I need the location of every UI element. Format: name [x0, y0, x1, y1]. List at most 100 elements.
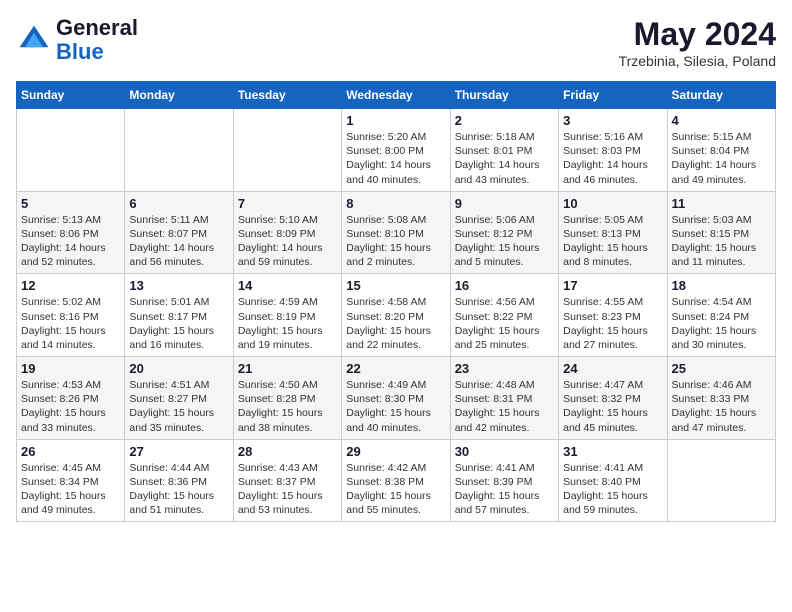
calendar-cell: 10Sunrise: 5:05 AM Sunset: 8:13 PM Dayli…	[559, 191, 667, 274]
calendar-cell: 13 Sunrise: 5:01 AM Sunset: 8:17 PM Dayli…	[125, 274, 233, 357]
day-info: Sunrise: 4:56 AM Sunset: 8:22 PM Dayligh…	[455, 295, 554, 352]
calendar-cell: 28 Sunrise: 4:43 AM Sunset: 8:37 PM Dayli…	[233, 439, 341, 522]
day-info: Sunrise: 5:05 AM Sunset: 8:13 PM Dayligh…	[563, 213, 662, 270]
day-number: 25	[672, 361, 771, 376]
calendar-cell: 3 Sunrise: 5:16 AM Sunset: 8:03 PM Daylig…	[559, 109, 667, 192]
weekday-header-thursday: Thursday	[450, 82, 558, 109]
day-info: Sunrise: 4:42 AM Sunset: 8:38 PM Dayligh…	[346, 461, 445, 518]
calendar-cell: 27 Sunrise: 4:44 AM Sunset: 8:36 PM Dayli…	[125, 439, 233, 522]
calendar-cell: 26 Sunrise: 4:45 AM Sunset: 8:34 PM Dayli…	[17, 439, 125, 522]
day-number: 1	[346, 113, 445, 128]
weekday-header-row: SundayMondayTuesdayWednesdayThursdayFrid…	[17, 82, 776, 109]
day-info: Sunrise: 4:43 AM Sunset: 8:37 PM Dayligh…	[238, 461, 337, 518]
day-number: 29	[346, 444, 445, 459]
calendar-cell: 1 Sunrise: 5:20 AM Sunset: 8:00 PM Daylig…	[342, 109, 450, 192]
day-info: Sunrise: 4:44 AM Sunset: 8:36 PM Dayligh…	[129, 461, 228, 518]
logo-text: General Blue	[56, 16, 138, 64]
day-info: Sunrise: 5:03 AM Sunset: 8:15 PM Dayligh…	[672, 213, 771, 270]
day-number: 20	[129, 361, 228, 376]
calendar-cell: 19Sunrise: 4:53 AM Sunset: 8:26 PM Dayli…	[17, 357, 125, 440]
day-number: 3	[563, 113, 662, 128]
calendar-cell	[17, 109, 125, 192]
calendar-cell: 20 Sunrise: 4:51 AM Sunset: 8:27 PM Dayli…	[125, 357, 233, 440]
day-number: 30	[455, 444, 554, 459]
day-info: Sunrise: 5:18 AM Sunset: 8:01 PM Dayligh…	[455, 130, 554, 187]
calendar-table: SundayMondayTuesdayWednesdayThursdayFrid…	[16, 81, 776, 522]
calendar-cell: 29 Sunrise: 4:42 AM Sunset: 8:38 PM Dayli…	[342, 439, 450, 522]
calendar-cell: 21Sunrise: 4:50 AM Sunset: 8:28 PM Dayli…	[233, 357, 341, 440]
calendar-cell: 9 Sunrise: 5:06 AM Sunset: 8:12 PM Daylig…	[450, 191, 558, 274]
calendar-cell: 24 Sunrise: 4:47 AM Sunset: 8:32 PM Dayli…	[559, 357, 667, 440]
day-number: 11	[672, 196, 771, 211]
calendar-cell: 15Sunrise: 4:58 AM Sunset: 8:20 PM Dayli…	[342, 274, 450, 357]
weekday-header-friday: Friday	[559, 82, 667, 109]
weekday-header-tuesday: Tuesday	[233, 82, 341, 109]
day-number: 19	[21, 361, 120, 376]
day-info: Sunrise: 4:45 AM Sunset: 8:34 PM Dayligh…	[21, 461, 120, 518]
calendar-cell: 17 Sunrise: 4:55 AM Sunset: 8:23 PM Dayli…	[559, 274, 667, 357]
day-number: 23	[455, 361, 554, 376]
location: Trzebinia, Silesia, Poland	[619, 53, 776, 69]
calendar-cell: 18 Sunrise: 4:54 AM Sunset: 8:24 PM Dayli…	[667, 274, 775, 357]
day-number: 4	[672, 113, 771, 128]
logo-icon	[16, 22, 52, 58]
calendar-cell	[667, 439, 775, 522]
day-info: Sunrise: 5:16 AM Sunset: 8:03 PM Dayligh…	[563, 130, 662, 187]
day-info: Sunrise: 5:11 AM Sunset: 8:07 PM Dayligh…	[129, 213, 228, 270]
day-number: 6	[129, 196, 228, 211]
day-number: 24	[563, 361, 662, 376]
calendar-week-5: 26 Sunrise: 4:45 AM Sunset: 8:34 PM Dayli…	[17, 439, 776, 522]
day-info: Sunrise: 4:55 AM Sunset: 8:23 PM Dayligh…	[563, 295, 662, 352]
calendar-cell: 5 Sunrise: 5:13 AM Sunset: 8:06 PM Daylig…	[17, 191, 125, 274]
day-info: Sunrise: 4:46 AM Sunset: 8:33 PM Dayligh…	[672, 378, 771, 435]
calendar-week-2: 5 Sunrise: 5:13 AM Sunset: 8:06 PM Daylig…	[17, 191, 776, 274]
day-number: 8	[346, 196, 445, 211]
day-info: Sunrise: 4:41 AM Sunset: 8:39 PM Dayligh…	[455, 461, 554, 518]
calendar-cell: 22 Sunrise: 4:49 AM Sunset: 8:30 PM Dayli…	[342, 357, 450, 440]
day-info: Sunrise: 4:48 AM Sunset: 8:31 PM Dayligh…	[455, 378, 554, 435]
day-number: 9	[455, 196, 554, 211]
calendar-cell: 30 Sunrise: 4:41 AM Sunset: 8:39 PM Dayli…	[450, 439, 558, 522]
day-number: 22	[346, 361, 445, 376]
day-number: 17	[563, 278, 662, 293]
day-number: 28	[238, 444, 337, 459]
day-number: 5	[21, 196, 120, 211]
day-number: 27	[129, 444, 228, 459]
calendar-cell: 11 Sunrise: 5:03 AM Sunset: 8:15 PM Dayli…	[667, 191, 775, 274]
day-info: Sunrise: 5:02 AM Sunset: 8:16 PM Dayligh…	[21, 295, 120, 352]
day-info: Sunrise: 5:01 AM Sunset: 8:17 PM Dayligh…	[129, 295, 228, 352]
day-info: Sunrise: 5:13 AM Sunset: 8:06 PM Dayligh…	[21, 213, 120, 270]
day-number: 26	[21, 444, 120, 459]
day-info: Sunrise: 5:08 AM Sunset: 8:10 PM Dayligh…	[346, 213, 445, 270]
day-number: 15	[346, 278, 445, 293]
calendar-cell: 23 Sunrise: 4:48 AM Sunset: 8:31 PM Dayli…	[450, 357, 558, 440]
weekday-header-sunday: Sunday	[17, 82, 125, 109]
calendar-week-3: 12Sunrise: 5:02 AM Sunset: 8:16 PM Dayli…	[17, 274, 776, 357]
logo: General Blue	[16, 16, 138, 64]
title-block: May 2024 Trzebinia, Silesia, Poland	[619, 16, 776, 69]
day-info: Sunrise: 4:51 AM Sunset: 8:27 PM Dayligh…	[129, 378, 228, 435]
calendar-cell: 7Sunrise: 5:10 AM Sunset: 8:09 PM Daylig…	[233, 191, 341, 274]
weekday-header-saturday: Saturday	[667, 82, 775, 109]
day-info: Sunrise: 4:47 AM Sunset: 8:32 PM Dayligh…	[563, 378, 662, 435]
day-number: 7	[238, 196, 337, 211]
day-number: 13	[129, 278, 228, 293]
weekday-header-wednesday: Wednesday	[342, 82, 450, 109]
weekday-header-monday: Monday	[125, 82, 233, 109]
day-number: 18	[672, 278, 771, 293]
day-number: 21	[238, 361, 337, 376]
day-info: Sunrise: 5:15 AM Sunset: 8:04 PM Dayligh…	[672, 130, 771, 187]
calendar-cell: 6 Sunrise: 5:11 AM Sunset: 8:07 PM Daylig…	[125, 191, 233, 274]
day-info: Sunrise: 5:06 AM Sunset: 8:12 PM Dayligh…	[455, 213, 554, 270]
calendar-cell: 4 Sunrise: 5:15 AM Sunset: 8:04 PM Daylig…	[667, 109, 775, 192]
day-info: Sunrise: 4:49 AM Sunset: 8:30 PM Dayligh…	[346, 378, 445, 435]
calendar-cell: 8 Sunrise: 5:08 AM Sunset: 8:10 PM Daylig…	[342, 191, 450, 274]
day-number: 31	[563, 444, 662, 459]
day-info: Sunrise: 4:54 AM Sunset: 8:24 PM Dayligh…	[672, 295, 771, 352]
calendar-cell: 25 Sunrise: 4:46 AM Sunset: 8:33 PM Dayli…	[667, 357, 775, 440]
calendar-cell: 31Sunrise: 4:41 AM Sunset: 8:40 PM Dayli…	[559, 439, 667, 522]
day-info: Sunrise: 5:20 AM Sunset: 8:00 PM Dayligh…	[346, 130, 445, 187]
day-number: 2	[455, 113, 554, 128]
header: General Blue May 2024 Trzebinia, Silesia…	[16, 16, 776, 69]
calendar-week-4: 19Sunrise: 4:53 AM Sunset: 8:26 PM Dayli…	[17, 357, 776, 440]
